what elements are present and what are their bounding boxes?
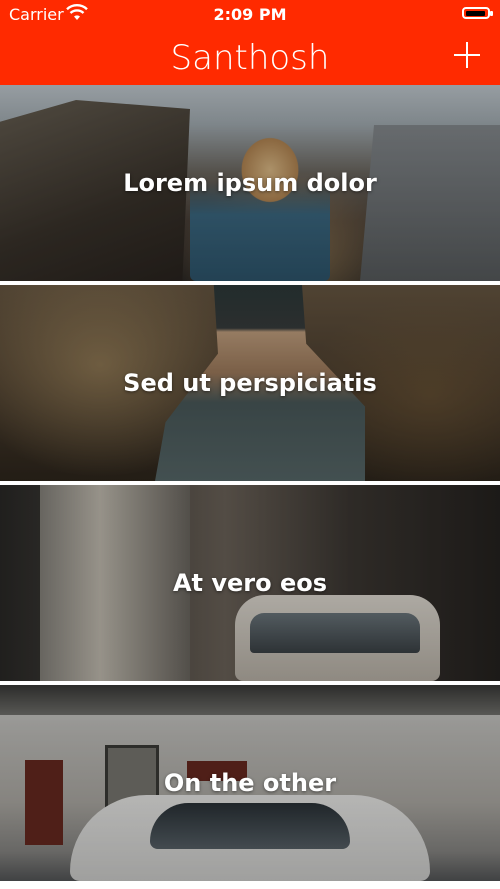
page-title: Santhosh xyxy=(170,38,330,78)
list-item[interactable]: On the other xyxy=(0,685,500,881)
add-button[interactable] xyxy=(454,42,480,68)
list-item[interactable]: Sed ut perspiciatis xyxy=(0,285,500,481)
navigation-bar: Carrier 2:09 PM Santhosh xyxy=(0,0,500,85)
status-bar: Carrier 2:09 PM xyxy=(0,0,500,30)
card-title: Lorem ipsum dolor xyxy=(123,169,377,197)
card-title: On the other xyxy=(163,769,337,797)
list-item[interactable]: At vero eos xyxy=(0,485,500,681)
battery-icon xyxy=(462,7,493,19)
status-time: 2:09 PM xyxy=(213,5,287,24)
list-item[interactable]: Lorem ipsum dolor xyxy=(0,85,500,281)
card-title: Sed ut perspiciatis xyxy=(123,369,377,397)
card-title: At vero eos xyxy=(172,569,328,597)
